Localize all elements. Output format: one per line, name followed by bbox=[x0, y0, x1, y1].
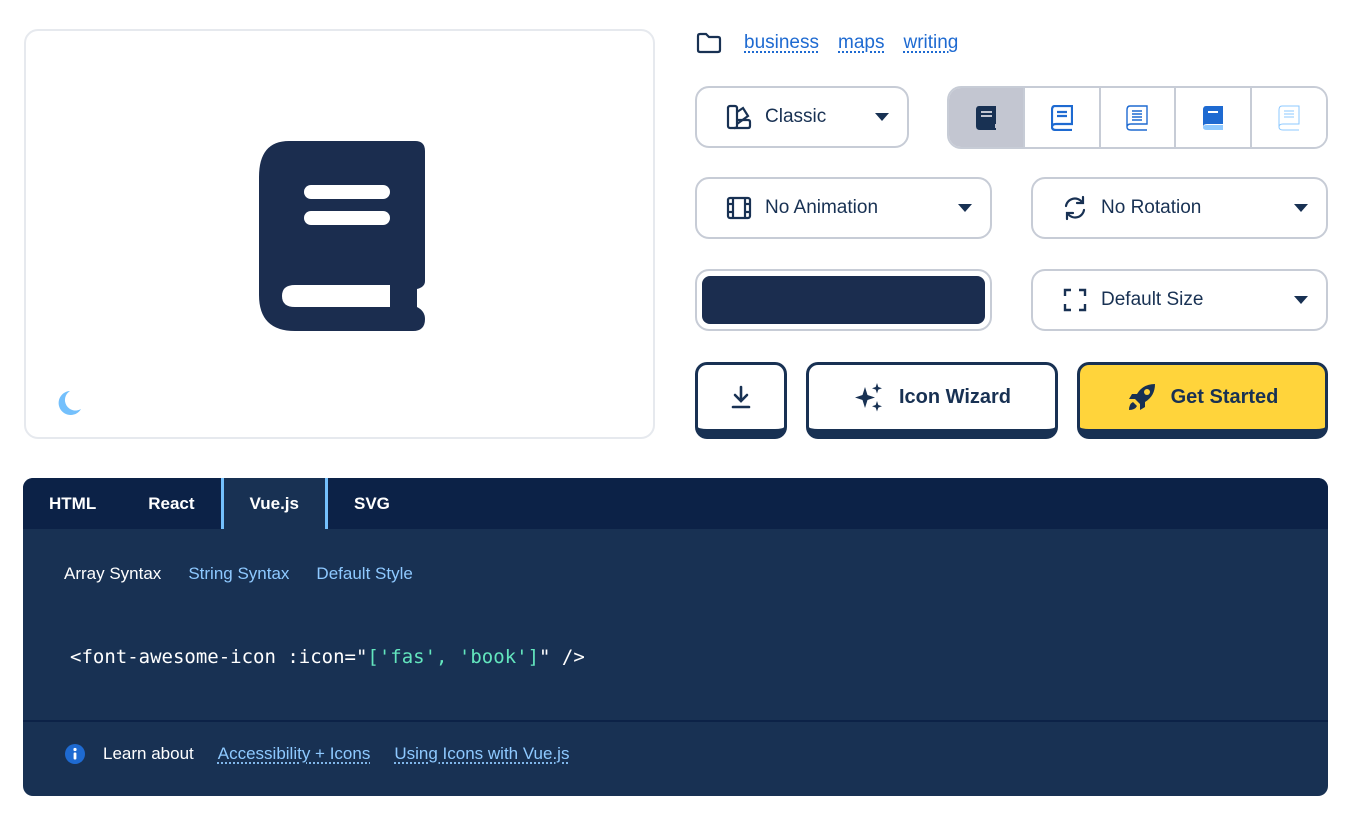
rocket-icon bbox=[1127, 382, 1157, 412]
code-prefix: <font-awesome-icon :icon=" bbox=[70, 646, 368, 668]
size-select[interactable]: Default Size bbox=[1031, 269, 1328, 331]
divider bbox=[23, 720, 1328, 722]
subtab-default-style[interactable]: Default Style bbox=[316, 564, 412, 584]
size-select-label: Default Size bbox=[1101, 289, 1204, 310]
icon-wizard-button[interactable]: Icon Wizard bbox=[806, 362, 1058, 439]
code-value: ['fas', 'book'] bbox=[367, 646, 540, 668]
icon-detail-page: business maps writing Classic No Animati… bbox=[0, 0, 1358, 825]
folder-icon bbox=[696, 32, 722, 54]
tab-vuejs[interactable]: Vue.js bbox=[220, 478, 328, 529]
get-started-button[interactable]: Get Started bbox=[1077, 362, 1328, 439]
code-suffix: " /> bbox=[539, 646, 585, 668]
category-link-maps[interactable]: maps bbox=[838, 32, 884, 54]
framework-tabs: HTML React Vue.js SVG bbox=[23, 478, 1328, 529]
arrows-rotate-icon bbox=[1061, 195, 1089, 221]
variant-regular-button[interactable] bbox=[1022, 88, 1099, 147]
expand-icon bbox=[1061, 288, 1089, 312]
variant-light-button[interactable] bbox=[1098, 88, 1175, 147]
animation-select-label: No Animation bbox=[765, 197, 879, 218]
get-started-label: Get Started bbox=[1170, 385, 1279, 408]
chevron-down-icon bbox=[958, 204, 972, 212]
learn-about-row: Learn about Accessibility + Icons Using … bbox=[64, 743, 593, 765]
link-using-icons-vuejs[interactable]: Using Icons with Vue.js bbox=[394, 744, 569, 764]
variant-duotone-button[interactable] bbox=[1174, 88, 1251, 147]
category-link-writing[interactable]: writing bbox=[903, 32, 958, 54]
book-thin-icon bbox=[1278, 105, 1300, 130]
rotation-select[interactable]: No Rotation bbox=[1031, 177, 1328, 239]
info-icon bbox=[64, 743, 86, 765]
category-link-business[interactable]: business bbox=[744, 32, 819, 54]
tab-svg[interactable]: SVG bbox=[328, 478, 416, 529]
animation-select[interactable]: No Animation bbox=[695, 177, 992, 239]
style-select-label: Classic bbox=[765, 106, 827, 127]
subtab-string-syntax[interactable]: String Syntax bbox=[188, 564, 289, 584]
color-picker[interactable] bbox=[695, 269, 992, 331]
book-regular-icon bbox=[1050, 104, 1073, 131]
subtab-array-syntax[interactable]: Array Syntax bbox=[64, 564, 161, 584]
style-select[interactable]: Classic bbox=[695, 86, 909, 148]
style-variant-group bbox=[947, 86, 1328, 149]
syntax-tabs: Array Syntax String Syntax Default Style bbox=[64, 564, 440, 584]
category-list: business maps writing bbox=[696, 30, 977, 56]
icon-preview-panel bbox=[24, 29, 655, 439]
link-accessibility-icons[interactable]: Accessibility + Icons bbox=[218, 744, 371, 764]
book-icon bbox=[259, 141, 425, 331]
moon-icon[interactable] bbox=[56, 389, 82, 417]
download-icon bbox=[731, 385, 751, 409]
chevron-down-icon bbox=[875, 113, 889, 121]
tab-html[interactable]: HTML bbox=[23, 478, 122, 529]
code-snippet-panel: HTML React Vue.js SVG Array Syntax Strin… bbox=[23, 478, 1328, 796]
sparkles-icon bbox=[853, 382, 885, 412]
learn-about-label: Learn about bbox=[103, 744, 194, 763]
film-icon bbox=[725, 196, 753, 220]
book-solid-icon bbox=[975, 105, 996, 130]
swatchbook-icon bbox=[725, 104, 753, 130]
tab-react[interactable]: React bbox=[122, 478, 220, 529]
book-light-icon bbox=[1126, 104, 1149, 131]
download-button[interactable] bbox=[695, 362, 787, 439]
chevron-down-icon bbox=[1294, 296, 1308, 304]
chevron-down-icon bbox=[1294, 204, 1308, 212]
code-snippet[interactable]: <font-awesome-icon :icon="['fas', 'book'… bbox=[70, 646, 585, 668]
rotation-select-label: No Rotation bbox=[1101, 197, 1202, 218]
variant-solid-button[interactable] bbox=[949, 88, 1023, 147]
variant-thin-button[interactable] bbox=[1250, 88, 1326, 147]
icon-wizard-label: Icon Wizard bbox=[898, 385, 1012, 408]
color-swatch bbox=[702, 276, 985, 324]
book-duotone-icon bbox=[1203, 105, 1224, 130]
